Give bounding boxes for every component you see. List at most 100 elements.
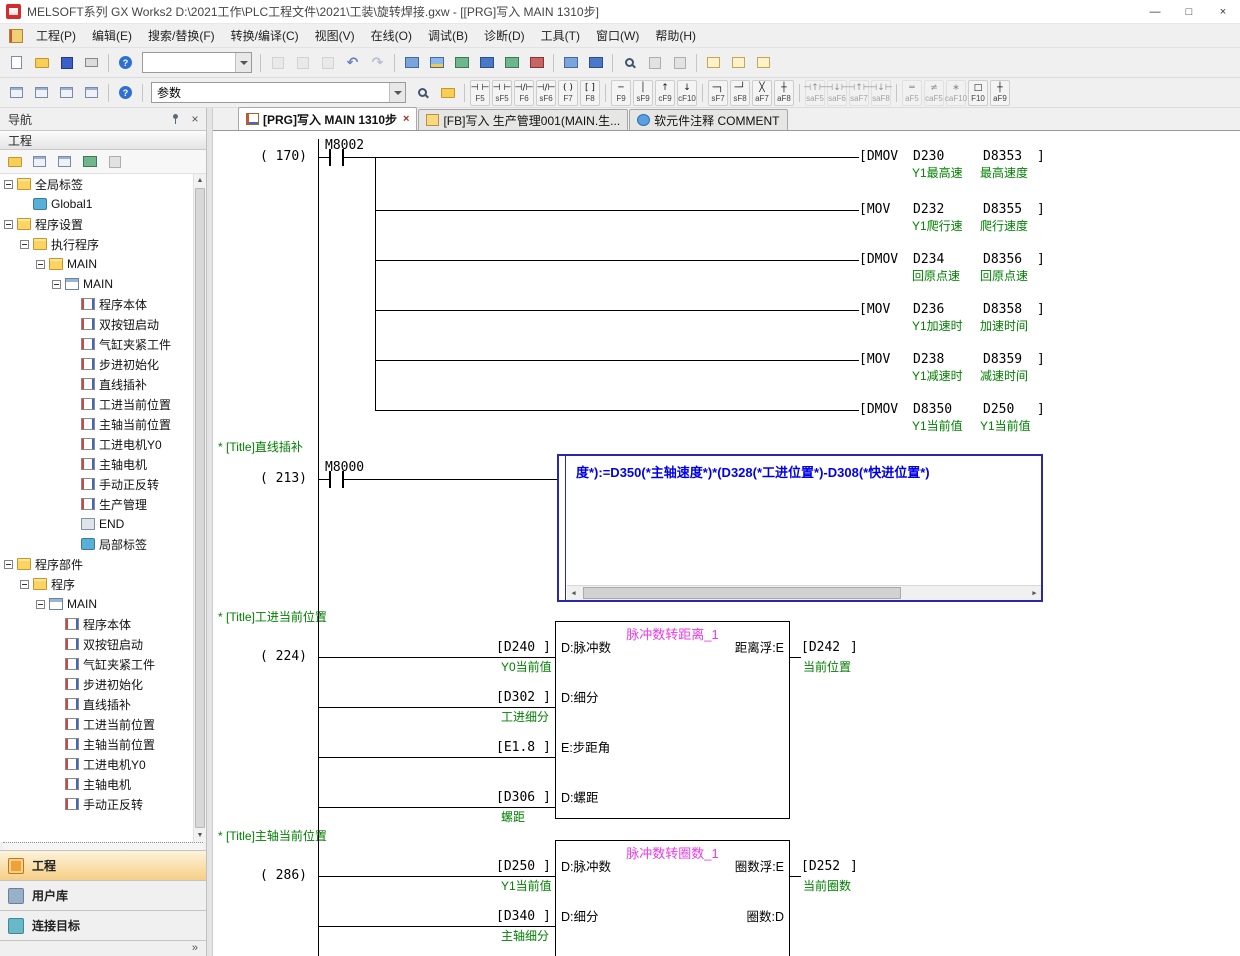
device-batch-monitor-icon[interactable] (559, 52, 582, 74)
menu-item[interactable]: 在线(O) (363, 23, 420, 48)
entry-data-monitor-icon[interactable] (584, 52, 607, 74)
tree-item[interactable]: MAIN (0, 274, 206, 294)
find-icon[interactable] (618, 52, 641, 74)
tab-main-program[interactable]: [PRG]写入 MAIN 1310步 × (238, 107, 417, 130)
instruction-dest-operand[interactable]: D8353 (983, 149, 1022, 165)
instruction-dest-operand[interactable]: D8358 (983, 302, 1022, 318)
tree-item[interactable]: END (0, 514, 206, 534)
redo-icon[interactable]: ↷ (366, 52, 389, 74)
copy-icon[interactable] (291, 52, 314, 74)
tree-item[interactable]: 局部标签 (0, 534, 206, 554)
tab-close-icon[interactable]: × (403, 113, 409, 125)
chevron-down-icon[interactable] (235, 53, 251, 72)
open-header-icon[interactable] (436, 82, 459, 104)
instruction-dest-operand[interactable]: D8355 (983, 202, 1022, 218)
tree-expander[interactable] (20, 240, 29, 249)
tree-expander[interactable] (20, 580, 29, 589)
instruction-opcode[interactable]: MOV (859, 202, 890, 218)
no-contact-symbol[interactable] (329, 471, 344, 488)
ladder-entry-caF10[interactable]: ∗caF10 (946, 80, 966, 106)
panel-resize-handle[interactable] (3, 842, 203, 850)
new-project-icon[interactable] (5, 52, 28, 74)
close-panel-icon[interactable]: × (188, 112, 202, 126)
note-display-icon[interactable] (752, 52, 775, 74)
tree-item[interactable]: 工进当前位置 (0, 394, 206, 414)
instruction-source-operand[interactable]: D230 (913, 149, 944, 165)
fb-input-operand[interactable]: E1.8 (496, 740, 535, 756)
undo-icon[interactable]: ↶ (341, 52, 364, 74)
tree-item[interactable]: 直线插补 (0, 694, 206, 714)
help-icon[interactable]: ? (114, 52, 137, 74)
menu-item[interactable]: 搜索/替换(F) (140, 23, 223, 48)
ladder-entry-F7[interactable]: ( )F7 (558, 80, 578, 106)
tree-item[interactable]: 工进当前位置 (0, 714, 206, 734)
tree-item[interactable]: 手动正反转 (0, 474, 206, 494)
fb-input-operand[interactable]: D340 (496, 909, 535, 925)
ladder-entry-sF6[interactable]: ⊣/⊢sF6 (536, 80, 556, 106)
minimize-icon[interactable]: — (1138, 0, 1172, 24)
ladder-entry-saF8[interactable]: ⊣↓⊢saF8 (871, 80, 891, 106)
tree-expander[interactable] (4, 560, 13, 569)
tree-item[interactable]: 步进初始化 (0, 674, 206, 694)
tree-item[interactable]: 执行程序 (0, 234, 206, 254)
element-selection-window-icon[interactable] (30, 82, 53, 104)
ladder-entry-saF5[interactable]: ⊣↑⊢saF5 (805, 80, 825, 106)
menu-item[interactable]: 工程(P) (28, 23, 84, 48)
instruction-source-operand[interactable]: D236 (913, 302, 944, 318)
ladder-entry-F10[interactable]: □F10 (968, 80, 988, 106)
tree-item[interactable]: 气缸夹紧工件 (0, 334, 206, 354)
ladder-entry-aF5[interactable]: ═aF5 (902, 80, 922, 106)
scroll-up-icon[interactable]: ▲ (194, 174, 206, 187)
st-horizontal-scrollbar[interactable]: ◀ ▶ (567, 585, 1041, 600)
instruction-dest-operand[interactable]: D250 (983, 402, 1014, 418)
tree-item[interactable]: 工进电机Y0 (0, 434, 206, 454)
tree-refresh-icon[interactable] (78, 151, 101, 173)
tree-item[interactable]: 程序部件 (0, 554, 206, 574)
tree-item[interactable]: 程序设置 (0, 214, 206, 234)
close-icon[interactable]: × (1206, 0, 1240, 24)
ladder-entry-aF9[interactable]: ┼aF9 (990, 80, 1010, 106)
scroll-left-icon[interactable]: ◀ (567, 587, 580, 600)
menu-item[interactable]: 工具(T) (533, 23, 588, 48)
scrollbar-thumb[interactable] (195, 188, 205, 828)
menu-item[interactable]: 编辑(E) (84, 23, 140, 48)
paste-icon[interactable] (316, 52, 339, 74)
nav-tab-user-library[interactable]: 用户库 (0, 880, 206, 910)
tab-device-comment[interactable]: 软元件注释 COMMENT (629, 109, 787, 130)
ladder-entry-aF7[interactable]: ╳aF7 (752, 80, 772, 106)
tree-item[interactable]: 工进电机Y0 (0, 754, 206, 774)
tree-sort-icon[interactable] (28, 151, 51, 173)
ladder-entry-F9[interactable]: ─F9 (611, 80, 631, 106)
instruction-source-operand[interactable]: D238 (913, 352, 944, 368)
maximize-icon[interactable]: □ (1172, 0, 1206, 24)
tree-item[interactable]: MAIN (0, 594, 206, 614)
fb-output-operand[interactable]: D242 (801, 640, 840, 656)
no-contact-symbol[interactable] (329, 149, 344, 166)
cross-reference-window-icon[interactable] (80, 82, 103, 104)
tree-display-icon[interactable] (53, 151, 76, 173)
tree-expander[interactable] (4, 220, 13, 229)
instruction-opcode[interactable]: MOV (859, 352, 890, 368)
chevron-down-icon[interactable] (389, 83, 405, 102)
plc-read-icon[interactable] (400, 52, 423, 74)
panel-expander[interactable]: » (0, 940, 206, 956)
cross-reference-icon[interactable] (643, 52, 666, 74)
instruction-opcode[interactable]: MOV (859, 302, 890, 318)
comment-display-icon[interactable] (702, 52, 725, 74)
ladder-entry-saF6[interactable]: ⊣↓⊢saF6 (827, 80, 847, 106)
instruction-opcode[interactable]: DMOV (859, 149, 898, 165)
monitor-stop-icon[interactable] (525, 52, 548, 74)
ladder-entry-cF9[interactable]: ↑cF9 (655, 80, 675, 106)
tree-item[interactable]: MAIN (0, 254, 206, 274)
tree-item[interactable]: 主轴当前位置 (0, 414, 206, 434)
ladder-entry-cF10[interactable]: ↓cF10 (677, 80, 697, 106)
docking-help-icon[interactable]: ? (114, 82, 137, 104)
tree-item[interactable]: 双按钮启动 (0, 314, 206, 334)
tree-item[interactable]: 全局标签 (0, 174, 206, 194)
fb-input-operand[interactable]: D240 (496, 640, 535, 656)
fb-input-operand[interactable]: D306 (496, 790, 535, 806)
tree-item[interactable]: 步进初始化 (0, 354, 206, 374)
tree-expander[interactable] (36, 260, 45, 269)
tree-expander[interactable] (4, 180, 13, 189)
monitor-start-icon[interactable] (500, 52, 523, 74)
